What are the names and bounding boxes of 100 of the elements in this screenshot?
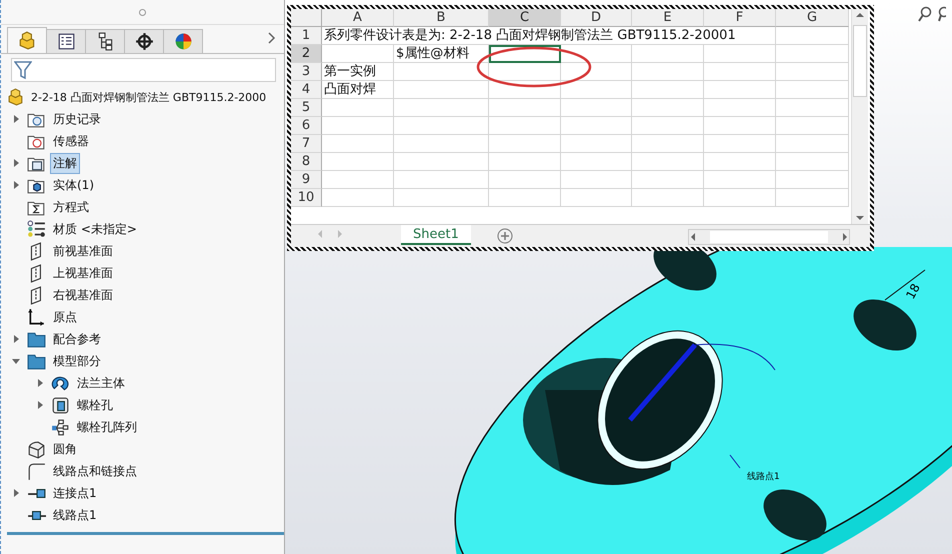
column-header[interactable]: B [394,9,489,27]
table-cell[interactable] [489,153,561,171]
panel-tab[interactable] [46,29,86,53]
row-header[interactable]: 8 [291,153,322,171]
table-cell[interactable] [776,63,849,81]
table-cell[interactable] [776,99,849,117]
table-cell[interactable] [561,117,632,135]
table-cell[interactable] [704,189,776,207]
table-cell[interactable] [489,189,561,207]
tree-item[interactable]: 圆角 [50,438,80,460]
table-cell[interactable] [561,99,632,117]
expand-caret-icon[interactable] [11,180,21,190]
tree-item[interactable]: 模型部分 [50,350,104,372]
table-cell[interactable] [489,81,561,99]
table-cell[interactable] [561,81,632,99]
table-cell[interactable] [561,135,632,153]
table-cell[interactable] [561,153,632,171]
grip-handle[interactable] [139,8,146,16]
row-header[interactable]: 4 [291,81,322,99]
zoom-icon[interactable] [938,6,946,22]
column-header[interactable]: F [704,9,776,27]
tree-item[interactable]: 螺栓孔阵列 [74,416,140,438]
table-cell[interactable] [489,99,561,117]
table-cell[interactable] [776,189,849,207]
table-cell[interactable] [322,117,394,135]
table-cell[interactable] [561,189,632,207]
table-cell[interactable] [632,135,704,153]
tree-item[interactable]: 材质 <未指定> [50,218,140,240]
tree-item[interactable]: 注解 [50,152,80,174]
table-cell[interactable] [776,135,849,153]
scroll-left-icon[interactable] [689,232,697,242]
tree-item[interactable]: 前视基准面 [50,240,116,262]
expand-caret-icon[interactable] [11,334,21,344]
table-cell[interactable] [394,189,489,207]
table-cell[interactable] [776,81,849,99]
tree-item[interactable]: 历史记录 [50,108,104,130]
table-cell[interactable] [489,63,561,81]
tree-item[interactable]: 连接点1 [50,482,100,504]
selected-cell[interactable] [489,45,561,63]
table-cell[interactable] [704,171,776,189]
table-cell[interactable] [561,63,632,81]
table-cell[interactable] [322,99,394,117]
panel-tab[interactable] [124,29,164,53]
table-cell[interactable] [704,63,776,81]
tree-item[interactable]: 方程式 [50,196,92,218]
tree-item[interactable]: 传感器 [50,130,92,152]
select-all-corner[interactable] [291,9,322,27]
table-cell[interactable] [632,189,704,207]
tree-item[interactable]: 配合参考 [50,328,104,350]
table-cell[interactable]: 凸面对焊 [322,81,394,99]
table-cell[interactable] [776,117,849,135]
table-cell[interactable] [632,45,704,63]
table-cell[interactable]: 第一实例 [322,63,394,81]
row-header[interactable]: 10 [291,189,322,207]
table-cell[interactable] [561,45,632,63]
table-cell[interactable] [776,153,849,171]
column-header[interactable]: C [489,9,561,27]
filter-field[interactable] [11,58,276,82]
row-header[interactable]: 6 [291,117,322,135]
table-cell[interactable] [322,45,394,63]
expand-caret-icon[interactable] [11,158,21,168]
table-cell[interactable] [394,81,489,99]
table-cell[interactable] [632,153,704,171]
table-cell[interactable] [632,117,704,135]
scroll-thumb[interactable] [853,25,867,97]
row-header[interactable]: 5 [291,99,322,117]
table-cell[interactable] [704,117,776,135]
scroll-thumb[interactable] [710,231,828,243]
table-cell[interactable] [394,153,489,171]
tree-root-label[interactable]: 2-2-18 凸面对焊钢制管法兰 GBT9115.2-2000 [29,88,268,106]
table-cell[interactable] [704,81,776,99]
vertical-scrollbar[interactable] [851,9,868,224]
table-cell[interactable] [776,171,849,189]
table-cell[interactable] [394,99,489,117]
row-header[interactable]: 3 [291,63,322,81]
table-cell[interactable] [632,171,704,189]
row-header[interactable]: 9 [291,171,322,189]
expand-caret-icon[interactable] [11,488,21,498]
tree-item[interactable]: 右视基准面 [50,284,116,306]
table-cell[interactable] [394,117,489,135]
tree-item[interactable]: 上视基准面 [50,262,116,284]
next-sheet-icon[interactable] [337,230,343,238]
tree-item[interactable]: 线路点和链接点 [50,460,140,482]
tree-item[interactable]: 原点 [50,306,80,328]
add-sheet-icon[interactable] [496,228,513,244]
table-cell[interactable] [776,27,849,45]
scroll-right-icon[interactable] [841,232,849,242]
row-header[interactable]: 2 [291,45,322,63]
column-header[interactable]: A [322,9,394,27]
previous-sheet-icon[interactable] [317,230,323,238]
tree-item[interactable]: 螺栓孔 [74,394,116,416]
table-cell[interactable] [632,99,704,117]
tree-item[interactable]: 法兰主体 [74,372,128,394]
expand-caret-icon[interactable] [35,400,45,410]
column-header[interactable]: G [776,9,849,27]
table-cell[interactable] [394,63,489,81]
expand-caret-icon[interactable] [35,378,45,388]
tree-item[interactable]: 实体(1) [50,174,97,196]
row-header[interactable]: 7 [291,135,322,153]
table-cell[interactable] [704,45,776,63]
